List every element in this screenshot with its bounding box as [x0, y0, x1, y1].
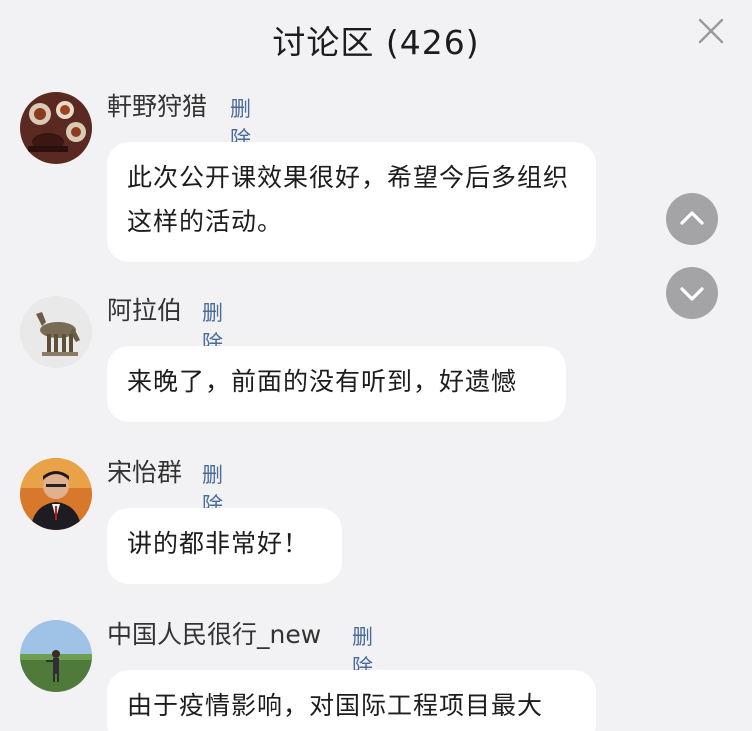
- avatar[interactable]: [20, 620, 92, 692]
- comment-bubble: 由于疫情影响，对国际工程项目最大: [107, 670, 596, 731]
- avatar[interactable]: [20, 458, 92, 530]
- comment-text: 讲的都非常好！: [127, 529, 310, 558]
- comment-text: 此次公开课效果很好，希望今后多组织这样的活动。: [127, 163, 570, 236]
- comment-bubble: 讲的都非常好！: [107, 508, 342, 584]
- comment-text: 来晚了，前面的没有听到，好遗憾: [127, 367, 518, 396]
- avatar[interactable]: [20, 296, 92, 368]
- avatar[interactable]: [20, 92, 92, 164]
- close-icon: [694, 14, 728, 48]
- comment-bubble: 来晚了，前面的没有听到，好遗憾: [107, 346, 566, 422]
- comment-username[interactable]: 中国人民很行_new: [107, 620, 321, 650]
- comment-username[interactable]: 阿拉伯: [107, 296, 182, 326]
- scroll-up-button[interactable]: [666, 193, 718, 245]
- comment-text: 由于疫情影响，对国际工程项目最大: [127, 691, 544, 720]
- page-title: 讨论区 (426): [272, 23, 480, 62]
- close-button[interactable]: [694, 14, 728, 48]
- comment-username[interactable]: 宋怡群: [107, 458, 182, 488]
- comment-bubble: 此次公开课效果很好，希望今后多组织这样的活动。: [107, 142, 596, 262]
- discussion-panel: 讨论区 (426) 軒野狩猎 删除 此次公开课效果很好，希望今后多组织这样的活动…: [0, 0, 752, 731]
- scroll-down-button[interactable]: [666, 267, 718, 319]
- comment-username[interactable]: 軒野狩猎: [107, 92, 207, 122]
